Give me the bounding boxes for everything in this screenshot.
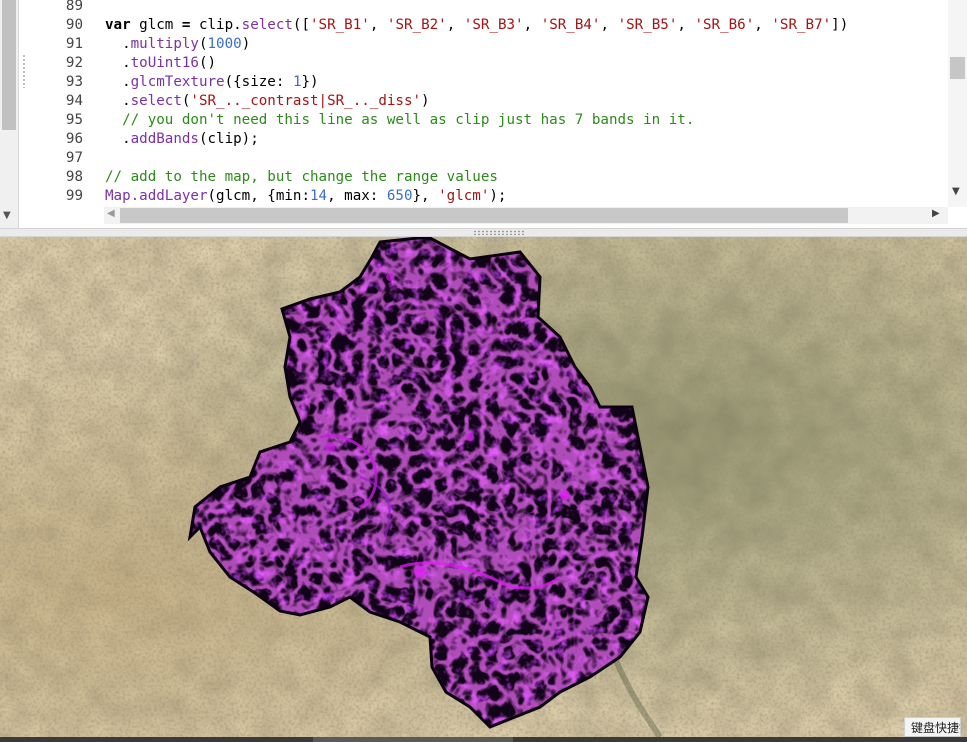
line-code[interactable]: .toUint16() bbox=[105, 54, 216, 73]
code-token: 14 bbox=[310, 188, 328, 204]
line-number: 99 bbox=[65, 188, 83, 204]
code-token: Map.addLayer bbox=[105, 188, 208, 204]
code-line[interactable]: 96 .addBands(clip); bbox=[0, 130, 948, 149]
editor-horizontal-scrollbar[interactable]: ◀ ▶ bbox=[104, 207, 948, 224]
code-line[interactable]: 90 var glcm = clip.select(['SR_B1', 'SR_B… bbox=[0, 16, 948, 35]
code-token: . bbox=[105, 131, 131, 147]
line-code[interactable]: .glcmTexture({size: 1}) bbox=[105, 73, 319, 92]
line-code[interactable]: Map.addLayer(glcm, {min:14, max: 650}, '… bbox=[105, 187, 506, 206]
line-code[interactable]: var glcm = clip.select(['SR_B1', 'SR_B2'… bbox=[105, 16, 848, 35]
code-token: 'SR_B2' bbox=[386, 17, 447, 33]
code-token: select bbox=[241, 17, 293, 33]
code-token: . bbox=[105, 93, 131, 109]
line-code[interactable]: .select('SR_.._contrast|SR_.._diss') bbox=[105, 92, 430, 111]
line-number: 90 bbox=[65, 17, 83, 33]
code-token: glcmTexture bbox=[130, 74, 225, 90]
code-token: , bbox=[446, 17, 464, 33]
line-number: 91 bbox=[65, 36, 83, 52]
code-token: () bbox=[198, 55, 217, 71]
code-editor[interactable]: ▼ 89 90 var glcm = clip.select(['SR_B1', '… bbox=[0, 0, 967, 228]
code-token: 650 bbox=[386, 188, 413, 204]
line-number: 89 bbox=[65, 0, 83, 14]
splitter-grip-icon[interactable] bbox=[473, 230, 525, 235]
line-code[interactable]: .multiply(1000) bbox=[105, 35, 250, 54]
line-number: 94 bbox=[65, 93, 83, 109]
scroll-down-arrow-icon[interactable]: ▼ bbox=[3, 210, 11, 221]
code-token: 'glcm' bbox=[438, 188, 490, 204]
code-token: addBands bbox=[130, 131, 199, 147]
code-token: glcm bbox=[130, 17, 182, 33]
code-token: . bbox=[105, 36, 131, 52]
code-token: ) bbox=[421, 93, 430, 109]
code-token: }, bbox=[412, 188, 439, 204]
code-line[interactable]: 98 // add to the map, but change the rang… bbox=[0, 168, 948, 187]
keyboard-shortcuts-label[interactable]: 键盘快捷键 bbox=[904, 717, 961, 737]
code-token: . bbox=[105, 55, 131, 71]
code-token: var bbox=[105, 17, 131, 33]
line-number: 96 bbox=[65, 131, 83, 147]
code-token: 'SR_B3' bbox=[463, 17, 524, 33]
code-token: . bbox=[105, 74, 131, 90]
line-number: 95 bbox=[65, 112, 83, 128]
code-line[interactable]: 89 bbox=[0, 0, 948, 16]
line-code[interactable]: // add to the map, but change the range … bbox=[105, 168, 498, 187]
code-token: 'SR_.._contrast|SR_.._diss' bbox=[190, 93, 422, 109]
line-number: 97 bbox=[65, 150, 83, 166]
code-token: ( bbox=[198, 36, 208, 52]
code-token: 'SR_B4' bbox=[540, 17, 601, 33]
code-line[interactable]: 97 bbox=[0, 149, 948, 168]
line-code[interactable]: .addBands(clip); bbox=[105, 130, 259, 149]
code-token: (clip); bbox=[198, 131, 259, 147]
scroll-right-arrow-icon[interactable]: ▶ bbox=[932, 208, 940, 219]
code-token: // add to the map, but change the range … bbox=[105, 169, 498, 185]
code-token: toUint16 bbox=[130, 55, 199, 71]
code-token: 'SR_B7' bbox=[771, 17, 832, 33]
vertical-scroll-thumb[interactable] bbox=[950, 57, 965, 79]
bottom-scrollbar[interactable] bbox=[0, 737, 967, 742]
code-token: , bbox=[677, 17, 695, 33]
code-token: ]) bbox=[831, 17, 849, 33]
code-line[interactable]: 99 Map.addLayer(glcm, {min:14, max: 650},… bbox=[0, 187, 948, 206]
code-token: clip. bbox=[190, 17, 242, 33]
panel-splitter[interactable] bbox=[0, 228, 967, 237]
code-token: (glcm, {min: bbox=[207, 188, 311, 204]
code-line[interactable]: 91 .multiply(1000) bbox=[0, 35, 948, 54]
line-number: 93 bbox=[65, 74, 83, 90]
code-token: ) bbox=[241, 36, 251, 52]
code-token: , bbox=[369, 17, 387, 33]
code-token: , bbox=[523, 17, 541, 33]
bottom-scroll-thumb[interactable] bbox=[313, 737, 513, 742]
code-token: 'SR_B5' bbox=[617, 17, 678, 33]
code-token: }) bbox=[301, 74, 319, 90]
line-number: 98 bbox=[65, 169, 83, 185]
editor-vertical-scrollbar[interactable]: ▼ bbox=[948, 0, 967, 207]
code-token: ({size: bbox=[224, 74, 293, 90]
map-view[interactable] bbox=[0, 237, 967, 737]
line-number: 100 bbox=[30, 206, 83, 207]
code-token: 'SR_B6' bbox=[694, 17, 755, 33]
line-number: 92 bbox=[65, 55, 83, 71]
code-line[interactable]: 95 // you don't need this line as well a… bbox=[0, 111, 948, 130]
code-line[interactable]: 94 .select('SR_.._contrast|SR_.._diss') bbox=[0, 92, 948, 111]
code-token: 1000 bbox=[207, 36, 242, 52]
scroll-down-arrow-icon[interactable]: ▼ bbox=[952, 186, 960, 197]
horizontal-scroll-thumb[interactable] bbox=[120, 208, 848, 223]
code-token: select bbox=[130, 93, 182, 109]
code-token: , max: bbox=[327, 188, 387, 204]
code-token: // you don't need this line as well as c… bbox=[105, 112, 695, 128]
line-code[interactable]: // you don't need this line as well as c… bbox=[105, 111, 694, 130]
code-line[interactable]: 93 .glcmTexture({size: 1}) bbox=[0, 73, 948, 92]
code-token: ([ bbox=[292, 17, 311, 33]
code-token: ); bbox=[489, 188, 507, 204]
code-token: 'SR_B1' bbox=[310, 17, 370, 33]
code-token: multiply bbox=[130, 36, 199, 52]
scroll-left-arrow-icon[interactable]: ◀ bbox=[107, 208, 115, 219]
code-token: , bbox=[600, 17, 618, 33]
code-lines: 89 90 var glcm = clip.select(['SR_B1', 'SR… bbox=[0, 0, 948, 207]
code-token: , bbox=[754, 17, 772, 33]
code-line[interactable]: 92 .toUint16() bbox=[0, 54, 948, 73]
